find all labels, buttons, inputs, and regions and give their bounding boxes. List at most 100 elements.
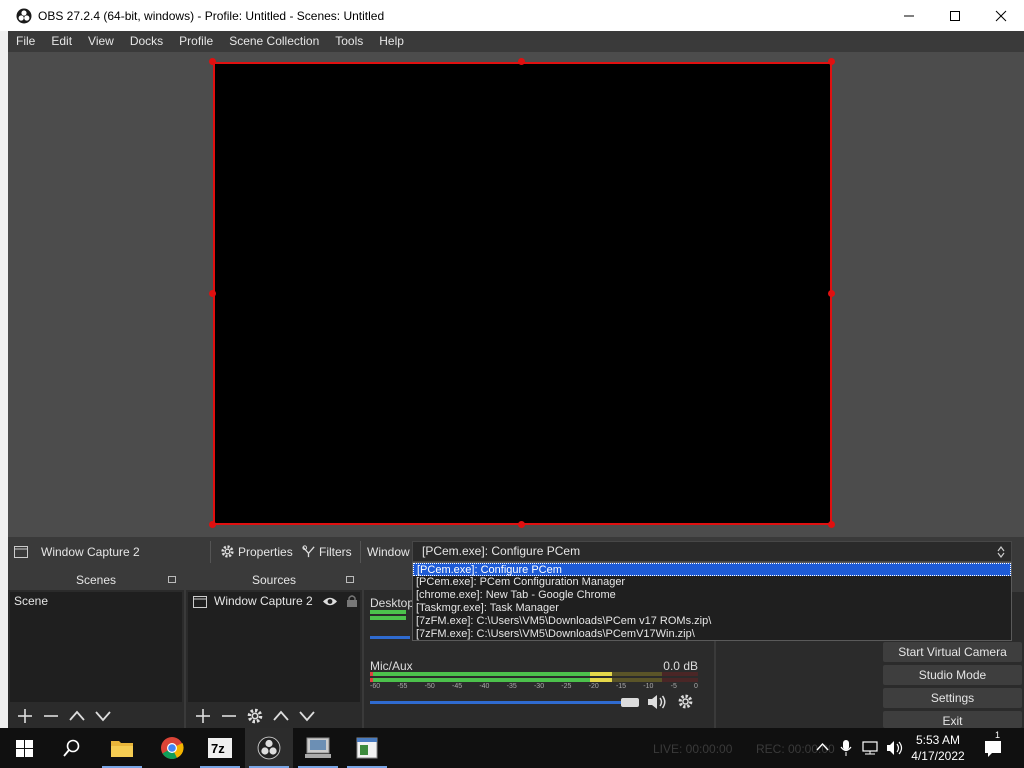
- minimize-button[interactable]: [886, 0, 932, 31]
- dropdown-option[interactable]: [7zFM.exe]: C:\Users\VM5\Downloads\PCem …: [413, 615, 1011, 628]
- speaker-icon[interactable]: [646, 693, 668, 711]
- resize-handle-bottom[interactable]: [518, 521, 525, 528]
- scenes-title: Scenes: [75, 573, 117, 587]
- exit-button[interactable]: Exit: [883, 711, 1022, 728]
- meter-tick: 0: [694, 683, 698, 690]
- lock-icon[interactable]: [346, 594, 358, 608]
- maximize-button[interactable]: [932, 0, 978, 31]
- notifications-icon[interactable]: [984, 740, 1002, 758]
- menu-file[interactable]: File: [8, 31, 43, 52]
- resize-handle-right[interactable]: [828, 290, 835, 297]
- menu-view[interactable]: View: [80, 31, 122, 52]
- menu-profile[interactable]: Profile: [171, 31, 221, 52]
- window-capture-icon: [14, 546, 28, 558]
- undock-icon[interactable]: [168, 576, 176, 583]
- resize-handle-bottom-right[interactable]: [828, 521, 835, 528]
- sources-title: Sources: [251, 573, 297, 587]
- mic-volume-slider[interactable]: [370, 701, 632, 704]
- scenes-toolbar: [8, 704, 184, 728]
- dropdown-option[interactable]: [chrome.exe]: New Tab - Google Chrome: [413, 589, 1011, 602]
- remove-source-icon[interactable]: [220, 707, 238, 725]
- meter-tick: -5: [670, 683, 677, 690]
- desktop-audio-meter: [370, 610, 406, 614]
- chevron-up-icon[interactable]: [816, 742, 829, 752]
- menu-tools[interactable]: Tools: [327, 31, 371, 52]
- meter-tick: -40: [479, 683, 490, 690]
- 7zip-button[interactable]: 7z: [196, 728, 244, 768]
- add-source-icon[interactable]: [194, 707, 212, 725]
- settings-button[interactable]: Settings: [883, 688, 1022, 708]
- gear-icon[interactable]: [677, 693, 694, 710]
- mic-volume-knob[interactable]: [621, 698, 639, 707]
- window-select[interactable]: [PCem.exe]: Configure PCem: [412, 541, 1012, 562]
- close-button[interactable]: [978, 0, 1024, 31]
- meter-tick: -50: [424, 683, 435, 690]
- gear-icon[interactable]: [246, 707, 264, 725]
- dropdown-option[interactable]: [PCem.exe]: PCem Configuration Manager: [413, 576, 1011, 589]
- windows-logo-icon: [15, 739, 33, 757]
- meter-tick: -30: [533, 683, 545, 690]
- resize-handle-top[interactable]: [518, 58, 525, 65]
- network-icon[interactable]: [862, 740, 880, 756]
- notepad-button[interactable]: [343, 728, 391, 768]
- studio-mode-button[interactable]: Studio Mode: [883, 665, 1022, 685]
- start-virtual-camera-button[interactable]: Start Virtual Camera: [883, 642, 1022, 662]
- gear-icon: [221, 545, 234, 558]
- menu-edit[interactable]: Edit: [43, 31, 80, 52]
- meter-tick: -25: [561, 683, 572, 690]
- resize-handle-top-left[interactable]: [209, 58, 216, 65]
- window-capture-icon: [193, 596, 207, 608]
- mic-aux-meter: [370, 678, 698, 682]
- obs-logo-icon: [257, 736, 281, 760]
- obs-taskbar-button[interactable]: [245, 728, 293, 768]
- eye-icon[interactable]: [322, 595, 338, 608]
- search-button[interactable]: [48, 728, 96, 768]
- folder-icon: [111, 741, 133, 757]
- clock-date: 4/17/2022: [911, 749, 965, 763]
- add-scene-icon[interactable]: [16, 707, 34, 725]
- filters-button[interactable]: Filters: [301, 544, 352, 559]
- file-explorer-button[interactable]: [98, 728, 146, 768]
- menu-scene-collection[interactable]: Scene Collection: [221, 31, 327, 52]
- selected-source-name: Window Capture 2: [41, 545, 140, 559]
- source-item-label: Window Capture 2: [214, 594, 313, 608]
- resize-handle-top-right[interactable]: [828, 58, 835, 65]
- undock-icon[interactable]: [346, 576, 354, 583]
- toolbar-divider: [210, 541, 211, 563]
- scenes-dock: Scenes Scene: [8, 570, 184, 728]
- desktop-audio-meter: [370, 616, 406, 620]
- move-up-icon[interactable]: [272, 707, 290, 725]
- start-button[interactable]: [0, 728, 48, 768]
- remove-scene-icon[interactable]: [42, 707, 60, 725]
- desktop-volume-slider[interactable]: [370, 636, 410, 639]
- obs-logo-icon: [16, 8, 32, 23]
- preview-canvas[interactable]: [213, 62, 832, 525]
- notepad-icon: [356, 737, 378, 759]
- meter-tick: -20: [588, 683, 599, 690]
- properties-button[interactable]: Properties: [220, 544, 293, 559]
- notification-count: 1: [995, 730, 1001, 740]
- meter-ticks: -60 -55 -50 -45 -40 -35 -30 -25 -20 -15 …: [370, 683, 698, 690]
- window-dropdown-list: [PCem.exe]: Configure PCem [PCem.exe]: P…: [412, 562, 1012, 641]
- resize-handle-bottom-left[interactable]: [209, 521, 216, 528]
- source-item[interactable]: Window Capture 2: [188, 592, 360, 611]
- dropdown-option[interactable]: [7zFM.exe]: C:\Users\VM5\Downloads\PCemV…: [413, 628, 1011, 641]
- pcem-button[interactable]: [294, 728, 342, 768]
- volume-icon[interactable]: [886, 740, 904, 756]
- dropdown-option[interactable]: [Taskmgr.exe]: Task Manager: [413, 602, 1011, 615]
- scene-item[interactable]: Scene: [10, 592, 182, 611]
- move-down-icon[interactable]: [298, 707, 316, 725]
- move-up-icon[interactable]: [68, 707, 86, 725]
- meter-tick: -35: [506, 683, 517, 690]
- menu-help[interactable]: Help: [371, 31, 412, 52]
- system-clock[interactable]: 5:53 AM 4/17/2022: [903, 732, 973, 764]
- chrome-button[interactable]: [148, 728, 196, 768]
- menu-docks[interactable]: Docks: [122, 31, 171, 52]
- minimize-icon: [904, 15, 914, 16]
- 7zip-icon: 7z: [208, 738, 232, 758]
- dropdown-option[interactable]: [PCem.exe]: Configure PCem: [413, 563, 1011, 576]
- microphone-icon[interactable]: [840, 739, 852, 757]
- move-down-icon[interactable]: [94, 707, 112, 725]
- obs-window: OBS 27.2.4 (64-bit, windows) - Profile: …: [0, 0, 1024, 768]
- resize-handle-left[interactable]: [209, 290, 216, 297]
